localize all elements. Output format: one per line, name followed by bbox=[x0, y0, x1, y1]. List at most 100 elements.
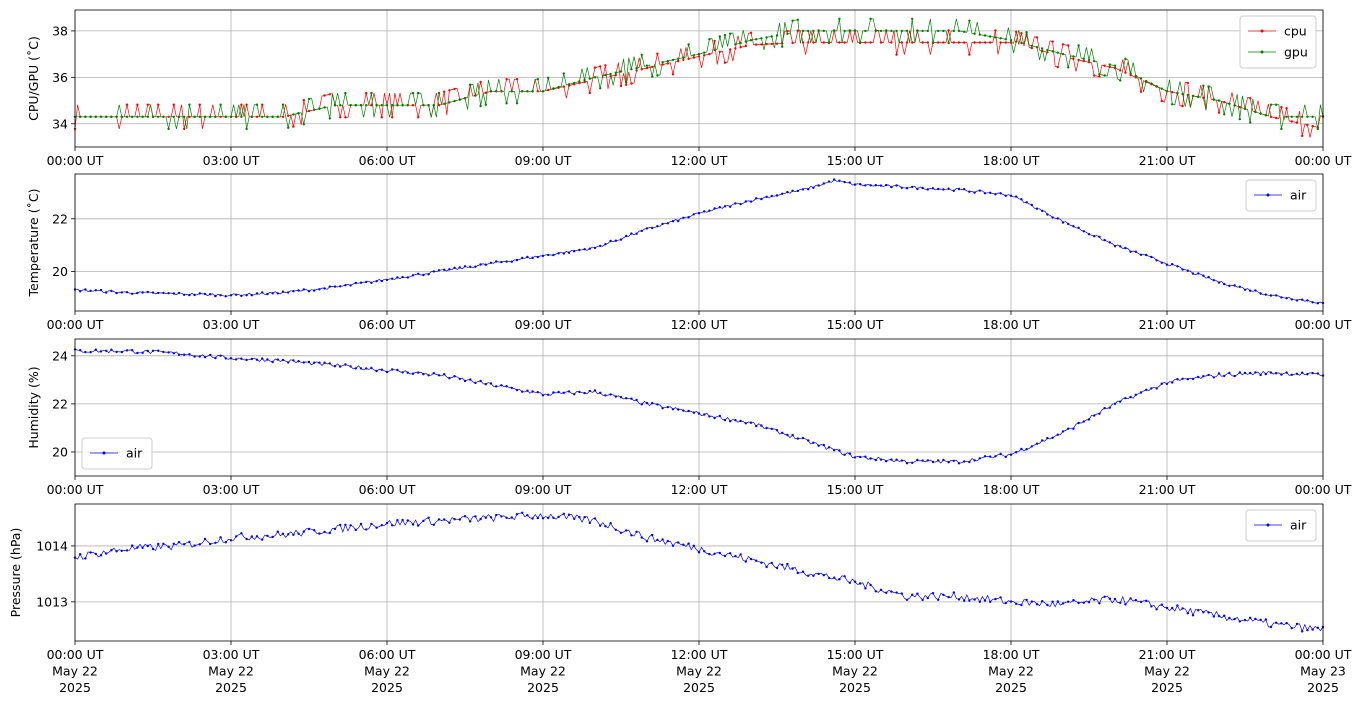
series-point-gpu bbox=[692, 54, 695, 57]
series-point-air bbox=[349, 524, 352, 527]
series-point-air bbox=[484, 383, 487, 386]
x-tick-label: 21:00 UT bbox=[1139, 482, 1196, 497]
series-point-air bbox=[245, 358, 248, 362]
series-point-air bbox=[307, 360, 311, 364]
series-point-air bbox=[474, 381, 477, 385]
series-point-air bbox=[162, 542, 165, 545]
series-point-air bbox=[1264, 618, 1268, 621]
series-point-air bbox=[942, 458, 945, 462]
series-point-air bbox=[978, 457, 981, 460]
series-point-air bbox=[625, 529, 628, 532]
series-point-air bbox=[947, 187, 950, 190]
series-point-cpu bbox=[843, 41, 846, 44]
series-point-gpu bbox=[443, 102, 446, 106]
series-point-air bbox=[427, 374, 430, 377]
series-point-air bbox=[848, 181, 851, 184]
series-point-gpu bbox=[963, 30, 966, 33]
series-point-gpu bbox=[484, 103, 487, 106]
series-point-air bbox=[271, 292, 274, 295]
series-point-cpu bbox=[453, 87, 456, 91]
series-point-gpu bbox=[510, 90, 513, 93]
series-point-air bbox=[1134, 393, 1138, 396]
x-tick-label: 2025 bbox=[371, 680, 403, 695]
series-point-air bbox=[1139, 391, 1143, 394]
series-point-air bbox=[937, 459, 940, 462]
series-point-gpu bbox=[188, 103, 191, 106]
series-point-air bbox=[911, 185, 914, 189]
series-point-gpu bbox=[1165, 90, 1169, 93]
series-point-gpu bbox=[469, 83, 472, 87]
series-point-gpu bbox=[1051, 50, 1054, 53]
series-point-air bbox=[1113, 402, 1117, 405]
series-point-air bbox=[1067, 600, 1070, 603]
series-point-air bbox=[723, 554, 727, 558]
series-point-air bbox=[1223, 374, 1226, 378]
series-point-cpu bbox=[822, 41, 825, 44]
series-point-gpu bbox=[177, 115, 181, 119]
series-point-air bbox=[84, 557, 87, 560]
series-point-air bbox=[313, 361, 316, 364]
series-point-air bbox=[157, 542, 160, 546]
series-point-air bbox=[666, 222, 669, 225]
series-point-air bbox=[1046, 213, 1049, 216]
series-point-air bbox=[151, 291, 155, 294]
series-point-air bbox=[1280, 373, 1283, 376]
series-point-air bbox=[1077, 421, 1080, 425]
series-point-air bbox=[588, 521, 591, 525]
series-point-air bbox=[1233, 617, 1236, 621]
series-point-air bbox=[375, 526, 378, 529]
series-point-gpu bbox=[349, 104, 352, 107]
series-point-cpu bbox=[947, 29, 950, 32]
series-point-gpu bbox=[313, 108, 316, 112]
series-point-gpu bbox=[796, 18, 799, 21]
series-point-gpu bbox=[614, 71, 617, 74]
series-point-air bbox=[573, 517, 576, 520]
series-point-gpu bbox=[1186, 93, 1190, 97]
series-point-cpu bbox=[307, 109, 311, 113]
series-point-air bbox=[1207, 275, 1210, 279]
series-point-air bbox=[396, 519, 399, 522]
series-point-cpu bbox=[666, 62, 669, 65]
series-point-air bbox=[677, 541, 680, 544]
series-point-air bbox=[1155, 608, 1158, 611]
series-point-cpu bbox=[1051, 40, 1054, 43]
series-point-air bbox=[479, 379, 482, 383]
series-point-air bbox=[801, 188, 805, 191]
series-point-gpu bbox=[937, 29, 940, 33]
series-point-air bbox=[271, 535, 274, 539]
series-point-air bbox=[131, 292, 134, 295]
series-point-air bbox=[1243, 288, 1247, 291]
series-point-air bbox=[775, 194, 779, 197]
series-point-air bbox=[1301, 371, 1304, 374]
y-axis-label: Humidity (%) bbox=[26, 366, 41, 448]
series-point-air bbox=[1124, 396, 1127, 400]
series-point-air bbox=[94, 552, 98, 556]
series-point-air bbox=[957, 187, 961, 191]
y-tick-label: 36 bbox=[52, 70, 68, 85]
series-point-cpu bbox=[890, 41, 893, 44]
series-point-air bbox=[521, 390, 524, 393]
series-point-cpu bbox=[479, 80, 482, 84]
series-point-gpu bbox=[666, 59, 669, 63]
series-point-air bbox=[552, 516, 555, 519]
series-point-air bbox=[812, 441, 815, 444]
series-point-air bbox=[1124, 603, 1127, 606]
series-point-air bbox=[552, 253, 555, 257]
series-point-air bbox=[703, 210, 706, 213]
series-point-cpu bbox=[895, 53, 898, 56]
series-point-air bbox=[734, 554, 737, 558]
series-point-air bbox=[942, 593, 945, 596]
series-point-gpu bbox=[573, 81, 576, 85]
series-point-gpu bbox=[1145, 79, 1148, 83]
series-point-air bbox=[1311, 628, 1314, 631]
series-point-gpu bbox=[307, 97, 311, 101]
x-tick-label: May 22 bbox=[208, 664, 254, 679]
series-point-cpu bbox=[380, 116, 383, 119]
series-point-gpu bbox=[375, 104, 378, 107]
series-point-air bbox=[489, 261, 493, 264]
series-point-gpu bbox=[406, 104, 409, 107]
series-point-air bbox=[136, 546, 139, 549]
series-point-air bbox=[708, 552, 711, 556]
series-point-gpu bbox=[255, 103, 259, 106]
x-tick-label: 06:00 UT bbox=[359, 317, 416, 332]
